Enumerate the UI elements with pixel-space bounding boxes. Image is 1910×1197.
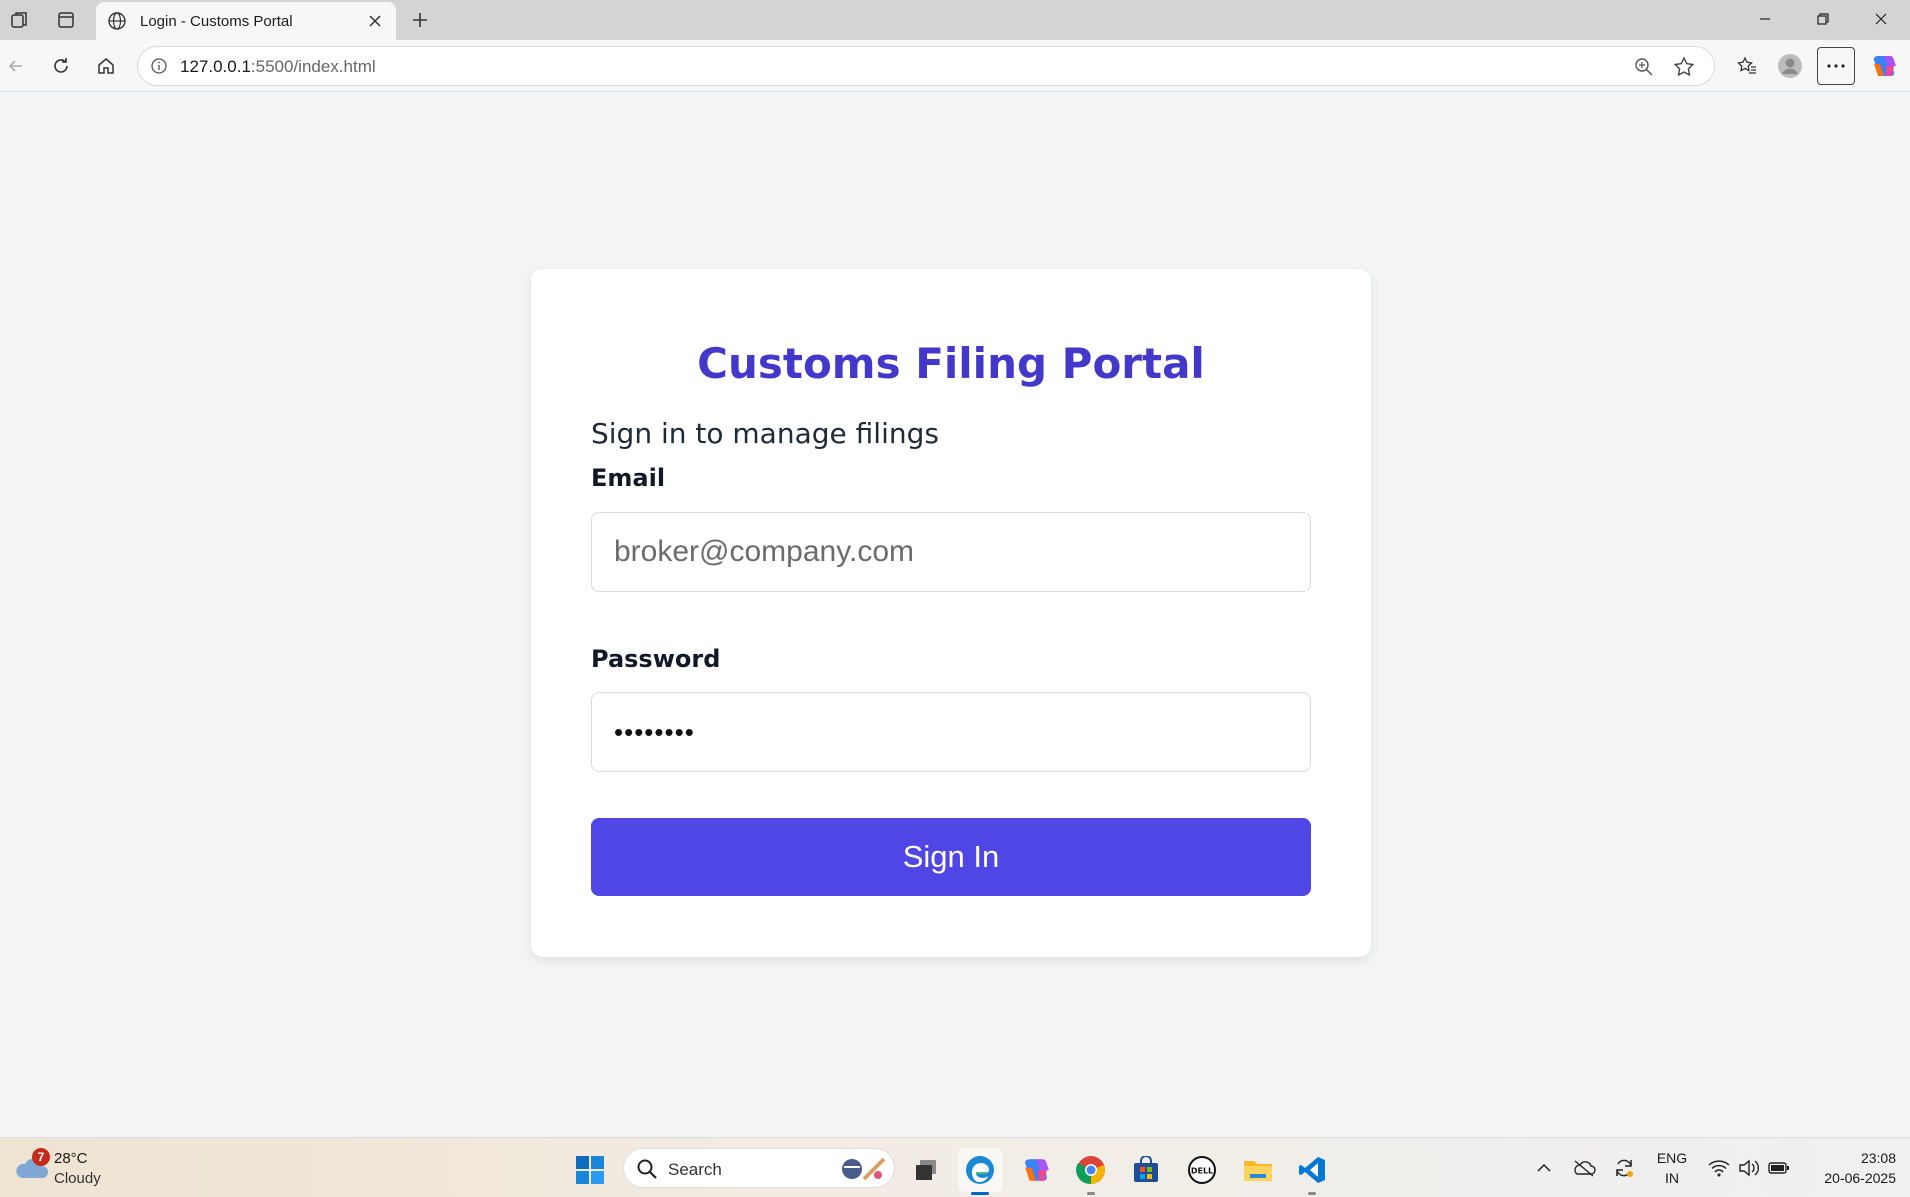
close-window-button[interactable] <box>1852 0 1910 38</box>
url-text: 127.0.0.1:5500/index.html <box>180 57 376 76</box>
sync-icon <box>1616 1159 1633 1177</box>
svg-text:DELL: DELL <box>1191 1167 1213 1176</box>
home-button[interactable] <box>90 50 122 82</box>
site-info-icon[interactable] <box>148 55 170 77</box>
show-hidden-icons[interactable] <box>1530 1154 1558 1182</box>
windows-taskbar: 7 28°C Cloudy Search DELL ENG IN 23:08 2… <box>0 1137 1910 1197</box>
sync-tray[interactable] <box>1610 1154 1638 1182</box>
running-indicator <box>1087 1192 1095 1195</box>
weather-temperature: 28°C <box>54 1150 88 1167</box>
email-input[interactable] <box>591 512 1311 592</box>
search-label: Search <box>668 1160 722 1179</box>
language-indicator[interactable]: ENG IN <box>1652 1148 1692 1188</box>
password-input[interactable]: •••••••• <box>591 692 1311 772</box>
task-view-icon <box>916 1160 936 1180</box>
zoom-icon[interactable] <box>1632 55 1656 79</box>
workspaces-icon[interactable] <box>8 8 32 32</box>
tab-title: Login - Customs Portal <box>140 12 293 30</box>
vscode-icon <box>1299 1157 1325 1183</box>
page-viewport: Customs Filing Portal Sign in to manage … <box>0 92 1910 1137</box>
battery-icon <box>1768 1162 1789 1174</box>
chevron-up-icon <box>1537 1163 1551 1172</box>
network-tray[interactable] <box>1705 1154 1733 1182</box>
globe-icon <box>106 10 128 32</box>
address-bar[interactable]: 127.0.0.1:5500/index.html <box>137 46 1715 86</box>
copilot-icon[interactable] <box>1868 50 1900 82</box>
password-value: •••••••• <box>614 716 695 747</box>
favorites-icon[interactable] <box>1731 50 1763 82</box>
page-title: Customs Filing Portal <box>697 339 1205 388</box>
folder-icon <box>1244 1161 1272 1181</box>
new-tab-button[interactable] <box>406 6 434 34</box>
back-button[interactable] <box>0 50 32 82</box>
refresh-button[interactable] <box>45 50 77 82</box>
taskbar-copilot[interactable] <box>1014 1148 1058 1192</box>
profile-avatar-icon[interactable] <box>1774 50 1806 82</box>
windows-logo-icon <box>576 1156 604 1184</box>
task-view-button[interactable] <box>904 1148 948 1192</box>
minimize-button[interactable] <box>1736 0 1794 38</box>
weather-condition: Cloudy <box>54 1170 101 1187</box>
edge-icon <box>966 1156 994 1184</box>
volume-icon <box>1739 1159 1759 1177</box>
browser-titlebar: Login - Customs Portal <box>0 0 1910 40</box>
wifi-icon <box>1708 1160 1730 1177</box>
store-icon <box>1134 1156 1158 1182</box>
password-label: Password <box>591 645 721 673</box>
clock-date: 20-06-2025 <box>1824 1170 1896 1186</box>
weather-alert-badge: 7 <box>32 1148 50 1166</box>
taskbar-edge[interactable] <box>958 1148 1002 1195</box>
taskbar-file-explorer[interactable] <box>1236 1148 1280 1192</box>
weather-widget[interactable]: 7 28°C Cloudy <box>14 1146 124 1190</box>
tab-active[interactable]: Login - Customs Portal <box>96 2 396 40</box>
chrome-icon <box>1076 1156 1105 1185</box>
system-clock[interactable]: 23:08 20-06-2025 <box>1800 1148 1896 1188</box>
dell-icon: DELL <box>1188 1156 1216 1184</box>
volume-tray[interactable] <box>1735 1154 1763 1182</box>
tab-actions-icon[interactable] <box>54 8 78 32</box>
language-region: IN <box>1665 1170 1679 1186</box>
taskbar-chrome[interactable] <box>1069 1148 1113 1195</box>
page-subtitle: Sign in to manage filings <box>591 417 939 450</box>
browser-toolbar: 127.0.0.1:5500/index.html <box>0 40 1910 92</box>
restore-button[interactable] <box>1794 0 1852 38</box>
search-highlight-icon <box>842 1157 886 1181</box>
search-icon <box>637 1159 657 1179</box>
clock-time: 23:08 <box>1860 1150 1896 1166</box>
taskbar-vscode[interactable] <box>1290 1148 1334 1195</box>
login-card: Customs Filing Portal Sign in to manage … <box>531 269 1371 957</box>
taskbar-dell[interactable]: DELL <box>1180 1148 1224 1192</box>
taskbar-store[interactable] <box>1124 1148 1168 1192</box>
running-indicator <box>1308 1192 1316 1195</box>
taskbar-search[interactable]: Search <box>623 1148 895 1188</box>
email-label: Email <box>591 464 666 492</box>
close-tab-icon[interactable] <box>364 10 386 32</box>
copilot-app-icon <box>1025 1159 1049 1181</box>
running-indicator <box>971 1192 989 1195</box>
favorite-star-icon[interactable] <box>1672 55 1696 79</box>
sign-in-button[interactable]: Sign In <box>591 818 1311 896</box>
onedrive-tray[interactable] <box>1570 1154 1598 1182</box>
battery-tray[interactable] <box>1765 1154 1793 1182</box>
onedrive-offline-icon <box>1574 1160 1596 1177</box>
language-code: ENG <box>1656 1150 1688 1166</box>
start-button[interactable] <box>568 1148 612 1192</box>
settings-more-button[interactable] <box>1817 47 1855 85</box>
